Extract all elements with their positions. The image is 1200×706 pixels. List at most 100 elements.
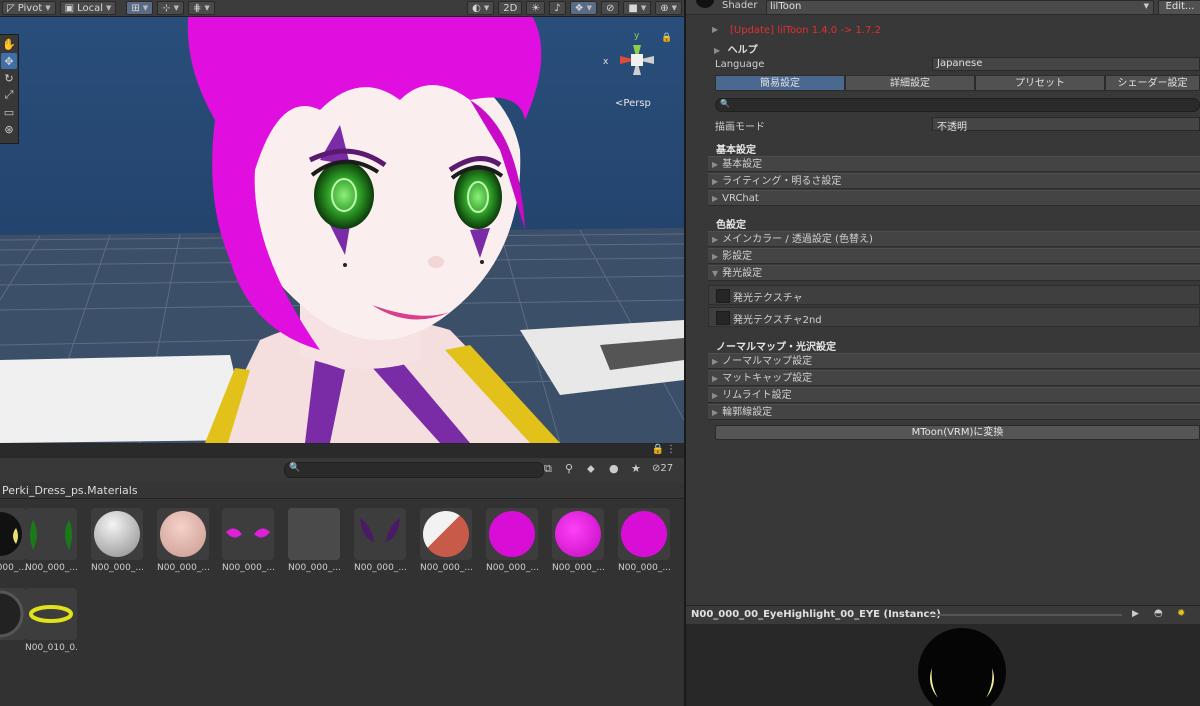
favorite-star-icon[interactable]: ★ xyxy=(631,462,641,475)
play-icon[interactable]: ▶ xyxy=(1132,609,1139,619)
mode-2d-button[interactable]: 2D xyxy=(498,1,523,15)
tab-shader-settings[interactable]: シェーダー設定 xyxy=(1105,75,1200,91)
triangle-right-icon: ▶ xyxy=(712,25,719,34)
preview-resize-handle[interactable] xyxy=(928,614,1122,616)
lock-icon[interactable]: 🔒 xyxy=(652,444,664,455)
scene-view[interactable]: ◸ Pivot ▼ ▣ Local ▼ ⊞ ▼ ⊹ ▼ ⋕ ▼ ◐ ▼ 2D ☀ ♪ ❖… xyxy=(0,0,684,443)
gizmos-button[interactable]: ⊕ ▼ xyxy=(655,1,682,15)
hand-tool-icon[interactable]: ✋ xyxy=(1,36,17,52)
foldout-basic-settings[interactable]: ▶ 基本設定 xyxy=(708,156,1200,172)
color-settings-header: 色設定 xyxy=(716,220,746,231)
shading-mode-button[interactable]: ◐ ▼ xyxy=(467,1,495,15)
basic-settings-header: 基本設定 xyxy=(716,145,756,156)
tab-simple-settings[interactable]: 簡易設定 xyxy=(715,75,845,91)
rotate-tool-icon[interactable]: ↻ xyxy=(1,70,17,86)
preview-sphere-icon[interactable]: ◓ xyxy=(1154,608,1163,619)
filter-type-icon[interactable]: ⚲ xyxy=(565,462,573,475)
globe-icon: ⊕ xyxy=(660,2,669,14)
material-thumbnail[interactable] xyxy=(0,588,26,643)
breadcrumb[interactable]: Perki_Dress_ps.Materials xyxy=(0,482,684,499)
axis-gizmo-icon: y x 🔒 xyxy=(603,31,672,75)
label-tag-icon[interactable]: ⬥ xyxy=(587,462,595,476)
help-foldout[interactable]: ▶ ヘルプ xyxy=(714,41,758,56)
search-by-type-icon[interactable]: ⧉ xyxy=(544,462,552,476)
transform-tool-icon[interactable]: ⊛ xyxy=(1,121,17,137)
camera-button[interactable]: ■ ▼ xyxy=(623,1,652,15)
chevron-down-icon: ▼ xyxy=(640,4,647,12)
svg-text:y: y xyxy=(634,31,640,41)
triangle-right-icon: ▶ xyxy=(712,160,719,169)
material-thumbnail[interactable]: N00_000_... xyxy=(354,508,406,573)
grid-visibility-button[interactable]: ⋕ ▼ xyxy=(187,1,215,15)
more-options-icon[interactable]: ⋮ xyxy=(666,444,676,455)
svg-text:x: x xyxy=(603,57,609,67)
material-preview[interactable] xyxy=(686,624,1200,706)
sphere-icon: ◐ xyxy=(472,2,481,14)
effects-button[interactable]: ❖ ▼ xyxy=(569,1,597,15)
triangle-right-icon: ▶ xyxy=(714,46,721,55)
projection-label[interactable]: <Persp xyxy=(615,98,651,109)
local-toggle[interactable]: ▣ Local ▼ xyxy=(59,1,117,15)
foldout-matcap[interactable]: ▶ マットキャップ設定 xyxy=(708,370,1200,386)
material-thumbnail[interactable]: N00_010_0... xyxy=(25,588,77,653)
audio-button[interactable]: ♪ xyxy=(549,1,566,15)
light-icon[interactable]: ✹ xyxy=(1177,608,1185,619)
project-panel: 🔒 ⋮ 🔍 ⧉ ⚲ ⬥ ● ★ ⊘27 Perki_Dress_ps.Mater… xyxy=(0,444,684,706)
chevron-down-icon: ▼ xyxy=(586,4,592,12)
shader-dropdown[interactable]: lilToon ▼ xyxy=(766,0,1154,15)
render-mode-dropdown[interactable]: 不透明 xyxy=(932,117,1200,133)
material-thumbnail[interactable]: N00_000_... xyxy=(25,508,77,573)
tab-advanced-settings[interactable]: 詳細設定 xyxy=(845,75,975,91)
triangle-right-icon: ▶ xyxy=(712,391,719,400)
foldout-shadow-settings[interactable]: ▶ 影設定 xyxy=(708,248,1200,264)
edit-shader-button[interactable]: Edit... xyxy=(1158,0,1200,15)
foldout-outline[interactable]: ▶ 輪郭線設定 xyxy=(708,404,1200,420)
material-thumbnail[interactable]: N00_000_... xyxy=(420,508,472,573)
emission-texture-checkbox[interactable] xyxy=(716,289,730,303)
chevron-down-icon: ▼ xyxy=(142,4,149,12)
emission-texture-2nd-checkbox[interactable] xyxy=(716,311,730,325)
material-thumbnail[interactable]: N00_000_... xyxy=(91,508,143,573)
chevron-down-icon: ▼ xyxy=(45,4,51,12)
search-input[interactable]: 🔍 xyxy=(715,98,1200,112)
lighting-button[interactable]: ☀ xyxy=(526,1,546,15)
foldout-emission-settings[interactable]: ▼ 発光設定 xyxy=(708,265,1200,281)
project-panel-header: 🔒 ⋮ xyxy=(0,444,684,458)
update-notice[interactable]: ▶ [Update] lilToon 1.4.0 -> 1.7.2 xyxy=(712,25,881,36)
scale-tool-icon[interactable]: ⤢ xyxy=(1,87,17,103)
scene-visibility-button[interactable]: ⊘ xyxy=(600,1,620,15)
orientation-gizmo[interactable]: y x 🔒 <Persp xyxy=(600,30,680,115)
search-input[interactable]: 🔍 xyxy=(284,462,544,478)
rect-tool-icon[interactable]: ▭ xyxy=(1,104,17,120)
material-thumbnail[interactable]: N00_000_... xyxy=(486,508,538,573)
triangle-right-icon: ▶ xyxy=(712,194,719,203)
foldout-rim-light[interactable]: ▶ リムライト設定 xyxy=(708,387,1200,403)
language-dropdown[interactable]: Japanese xyxy=(932,57,1200,71)
grid-snap-button[interactable]: ⊞ ▼ xyxy=(126,1,154,15)
chevron-down-icon: ▼ xyxy=(106,4,112,12)
material-thumbnail[interactable]: N00_000_... xyxy=(552,508,604,573)
material-thumbnail[interactable]: N00_000_... xyxy=(157,508,209,573)
warning-icon[interactable]: ● xyxy=(609,462,619,475)
material-thumbnail[interactable]: N00_000_... xyxy=(222,508,274,573)
hidden-packages-toggle[interactable]: ⊘27 xyxy=(652,463,673,474)
cube-icon: ▣ xyxy=(64,2,75,14)
chevron-down-icon: ▼ xyxy=(204,4,210,12)
tab-presets[interactable]: プリセット xyxy=(975,75,1105,91)
foldout-normal-map[interactable]: ▶ ノーマルマップ設定 xyxy=(708,353,1200,369)
increment-snap-button[interactable]: ⊹ ▼ xyxy=(157,1,184,15)
convert-to-mtoon-button[interactable]: MToon(VRM)に変換 xyxy=(715,425,1200,440)
material-thumbnail[interactable]: N00_000_... xyxy=(618,508,670,573)
left-eye xyxy=(314,161,374,229)
material-thumbnail[interactable]: N00_000_... xyxy=(0,508,26,573)
move-tool-icon[interactable]: ✥ xyxy=(1,53,17,69)
triangle-right-icon: ▶ xyxy=(712,177,719,186)
pivot-toggle[interactable]: ◸ Pivot ▼ xyxy=(2,1,56,15)
foldout-main-color[interactable]: ▶ メインカラー / 透過設定 (色替え) xyxy=(708,231,1200,247)
foldout-vrchat[interactable]: ▶ VRChat xyxy=(708,190,1200,206)
preview-render xyxy=(918,628,1006,706)
triangle-right-icon: ▶ xyxy=(712,357,719,366)
material-thumbnail[interactable]: N00_000_... xyxy=(288,508,340,573)
foldout-lighting-settings[interactable]: ▶ ライティング・明るさ設定 xyxy=(708,173,1200,189)
project-search-bar: 🔍 ⧉ ⚲ ⬥ ● ★ ⊘27 xyxy=(0,458,684,483)
